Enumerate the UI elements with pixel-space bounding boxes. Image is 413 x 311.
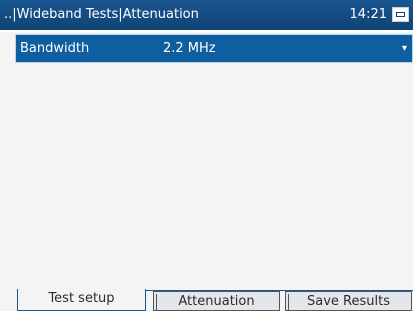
tab-test-setup[interactable]: Test setup <box>17 289 146 311</box>
bandwidth-value[interactable]: 2.2 MHz <box>163 41 216 56</box>
clock: 14:21 <box>349 7 387 22</box>
app-screen: ..|Wideband Tests|Attenuation 14:21 Band… <box>0 0 413 311</box>
tab-save-results[interactable]: Save Results <box>285 291 412 311</box>
bandwidth-row[interactable]: Bandwidth 2.2 MHz ▾ <box>15 34 413 63</box>
tab-bar: Test setup Attenuation Save Results <box>0 282 413 311</box>
battery-charging-icon <box>392 7 409 22</box>
title-bar: ..|Wideband Tests|Attenuation 14:21 <box>0 0 413 30</box>
parameter-list: Bandwidth 2.2 MHz ▾ <box>15 32 413 282</box>
dropdown-arrow-icon[interactable]: ▾ <box>402 42 412 56</box>
tab-attenuation[interactable]: Attenuation <box>153 291 280 311</box>
bandwidth-label: Bandwidth <box>20 41 90 56</box>
breadcrumb-title: ..|Wideband Tests|Attenuation <box>4 7 199 22</box>
